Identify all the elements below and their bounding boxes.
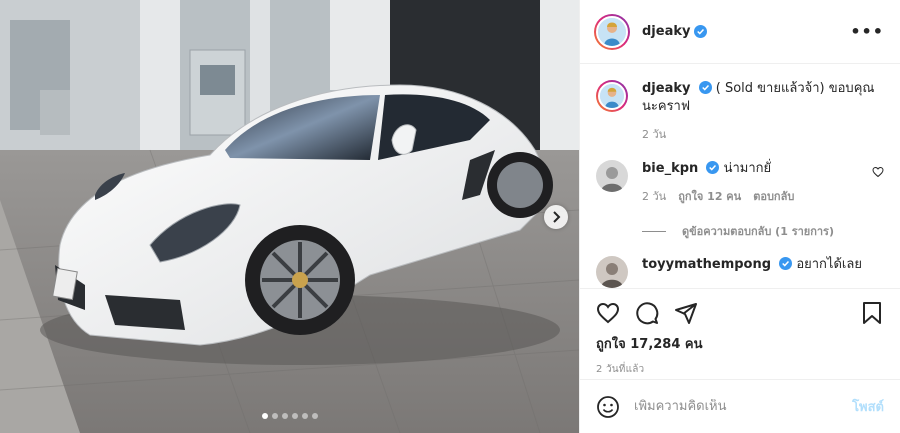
heart-icon[interactable] xyxy=(596,301,620,325)
view-replies-button[interactable]: ดูข้อความตอบกลับ (1 รายการ) xyxy=(642,222,884,240)
carousel-dot[interactable] xyxy=(311,413,318,419)
comment-composer: โพสต์ xyxy=(580,379,900,433)
comment-likes[interactable]: ถูกใจ 12 คน xyxy=(678,188,741,206)
heart-icon[interactable] xyxy=(872,166,884,178)
post-details-panel: djeaky ••• djeaky (Sold ขายแล้วจ้า) ขอบ… xyxy=(579,0,900,433)
carousel-dot[interactable] xyxy=(301,413,308,419)
verified-badge-icon xyxy=(779,257,793,270)
like-count[interactable]: ถูกใจ 17,284 คน xyxy=(580,336,900,356)
comment-row: toyymathempong อยากได้เลย xyxy=(596,256,884,288)
carousel-next-button[interactable] xyxy=(544,205,568,229)
comment-text: อยากได้เลย xyxy=(796,257,862,272)
chevron-right-icon xyxy=(553,211,561,223)
emoji-icon[interactable] xyxy=(596,395,620,419)
comment-username[interactable]: toyymathempong xyxy=(642,257,771,272)
carousel-indicator xyxy=(0,413,579,419)
verified-badge-icon xyxy=(698,81,712,94)
carousel-dot[interactable] xyxy=(281,413,288,419)
post-header: djeaky ••• xyxy=(580,0,900,64)
share-icon[interactable] xyxy=(674,301,698,325)
carousel-dot[interactable] xyxy=(291,413,298,419)
comment-text: น่ามากยั่ xyxy=(723,161,772,176)
post-photo[interactable] xyxy=(0,0,579,433)
caption-username[interactable]: djeaky xyxy=(642,81,690,96)
author-username[interactable]: djeaky xyxy=(642,24,690,39)
commenter-avatar[interactable] xyxy=(596,160,628,192)
caption-age[interactable]: 2 วัน xyxy=(642,126,666,144)
comment-row: bie_kpn น่ามากยั่ 2 วัน ถูกใจ 12 คน ตอบก… xyxy=(596,160,884,206)
action-bar xyxy=(580,288,900,336)
reply-button[interactable]: ตอบกลับ xyxy=(753,188,794,206)
comment-icon[interactable] xyxy=(635,301,659,325)
comment-username[interactable]: bie_kpn xyxy=(642,161,698,176)
comment-age[interactable]: 2 วัน xyxy=(642,188,666,206)
carousel-dot[interactable] xyxy=(271,413,278,419)
comment-input[interactable] xyxy=(634,399,853,414)
verified-badge-icon xyxy=(706,161,720,174)
commenter-avatar[interactable] xyxy=(596,256,628,288)
post-comment-button[interactable]: โพสต์ xyxy=(852,396,884,417)
replies-divider xyxy=(642,230,666,232)
more-options-button[interactable]: ••• xyxy=(850,22,884,41)
car-photo-illustration xyxy=(0,0,579,433)
caption-avatar[interactable] xyxy=(596,80,628,112)
comments-list[interactable]: djeaky ( Sold ขายแล้วจ้า) ขอบคุณนะคราฟ 2… xyxy=(580,64,900,288)
caption-row: djeaky ( Sold ขายแล้วจ้า) ขอบคุณนะคราฟ 2… xyxy=(596,80,884,144)
view-replies-label: ดูข้อความตอบกลับ (1 รายการ) xyxy=(682,225,834,238)
bookmark-icon[interactable] xyxy=(860,301,884,325)
verified-badge-icon xyxy=(694,25,708,38)
author-avatar[interactable] xyxy=(594,13,630,50)
carousel-dot[interactable] xyxy=(261,413,268,419)
